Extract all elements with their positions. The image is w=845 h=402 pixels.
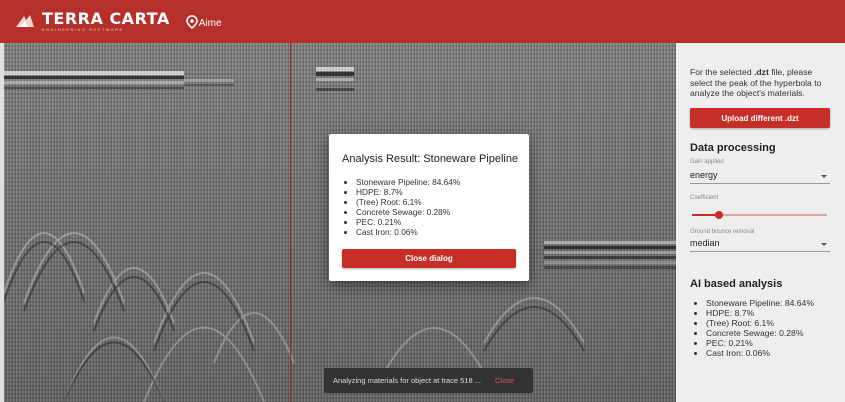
- list-item: PEC: 0.21%: [356, 217, 460, 227]
- chevron-down-icon: [821, 243, 827, 246]
- logo-subtitle: ENGINEERING SOFTWARE: [42, 27, 124, 32]
- upload-dzt-button[interactable]: Upload different .dzt: [690, 108, 830, 128]
- terra-carta-logo[interactable]: TERRA CARTA ENGINEERING SOFTWARE: [14, 11, 170, 32]
- map-pin-icon: [185, 14, 198, 29]
- snackbar-close-button[interactable]: Close: [495, 376, 514, 385]
- dialog-results-list: Stoneware Pipeline: 84.64% HDPE: 8.7% (T…: [342, 177, 460, 237]
- list-item: HDPE: 8.7%: [706, 308, 814, 318]
- intro-text-start: For the selected: [690, 67, 755, 77]
- chevron-down-icon: [821, 175, 827, 178]
- app-header: TERRA CARTA ENGINEERING SOFTWARE Aime: [0, 0, 845, 43]
- coefficient-label: Coefficient: [690, 195, 719, 201]
- status-snackbar: Analyzing materials for object at trace …: [324, 368, 533, 393]
- intro-file-ext: .dzt: [754, 67, 769, 77]
- list-item: (Tree) Root: 6.1%: [356, 197, 460, 207]
- side-panel: For the selected .dzt file, please selec…: [676, 43, 845, 402]
- logo-mark-icon: [16, 14, 34, 27]
- ground-bounce-value: median: [690, 238, 720, 248]
- list-item: HDPE: 8.7%: [356, 187, 460, 197]
- logo-text: TERRA CARTA: [42, 9, 170, 28]
- list-item: Concrete Sewage: 0.28%: [356, 207, 460, 217]
- ai-results-list: Stoneware Pipeline: 84.64% HDPE: 8.7% (T…: [692, 298, 814, 358]
- aime-link[interactable]: Aime: [185, 14, 222, 29]
- ground-bounce-select[interactable]: median: [690, 237, 830, 252]
- list-item: Cast Iron: 0.06%: [356, 227, 460, 237]
- list-item: Stoneware Pipeline: 84.64%: [706, 298, 814, 308]
- coefficient-slider[interactable]: [692, 211, 827, 219]
- list-item: (Tree) Root: 6.1%: [706, 318, 814, 328]
- list-item: Concrete Sewage: 0.28%: [706, 328, 814, 338]
- list-item: Stoneware Pipeline: 84.64%: [356, 177, 460, 187]
- gain-select[interactable]: energy: [690, 169, 830, 184]
- analysis-result-dialog: Analysis Result: Stoneware Pipeline Ston…: [329, 134, 529, 281]
- dialog-title: Analysis Result: Stoneware Pipeline: [342, 153, 519, 165]
- panel-instructions: For the selected .dzt file, please selec…: [690, 67, 836, 99]
- list-item: Cast Iron: 0.06%: [706, 348, 814, 358]
- ai-analysis-title: AI based analysis: [690, 278, 783, 290]
- close-dialog-button[interactable]: Close dialog: [342, 249, 516, 268]
- gain-label: Gain applied: [690, 159, 724, 165]
- aime-label: Aime: [198, 17, 222, 29]
- list-item: PEC: 0.21%: [706, 338, 814, 348]
- data-processing-title: Data processing: [690, 142, 776, 154]
- ground-bounce-label: Ground bounce removal: [690, 229, 755, 235]
- gain-value: energy: [690, 170, 718, 180]
- coefficient-slider-thumb[interactable]: [715, 211, 723, 219]
- snackbar-message: Analyzing materials for object at trace …: [333, 376, 481, 385]
